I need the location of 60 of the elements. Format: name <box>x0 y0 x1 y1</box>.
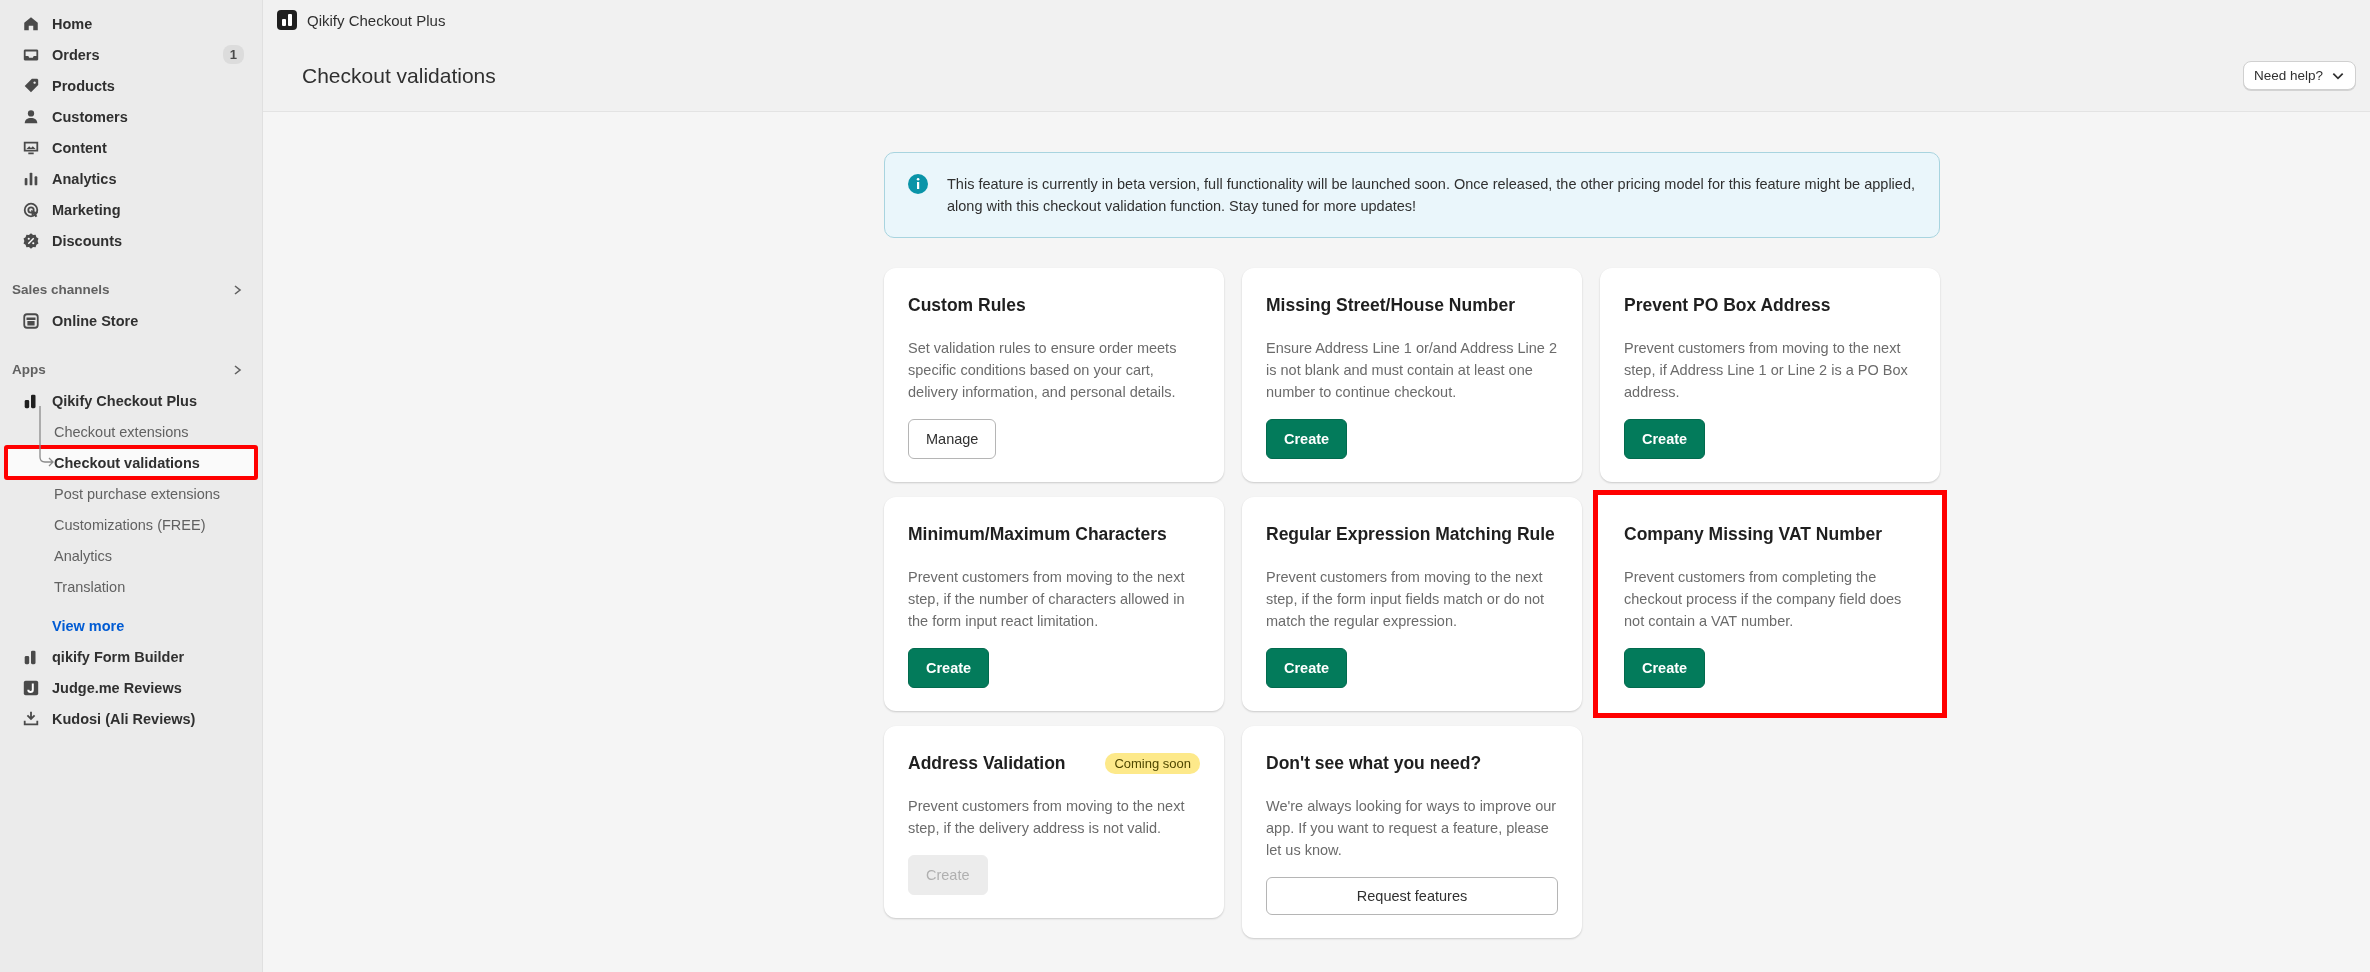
app-name: Qikify Checkout Plus <box>307 11 446 29</box>
card-description: Set validation rules to ensure order meets specific conditions based on your cart, delivery information, and personal details. <box>908 339 1178 402</box>
target-icon <box>22 200 40 219</box>
nav-item[interactable]: qikify Form Builder <box>8 641 254 672</box>
status-badge: Coming soon <box>1105 752 1200 774</box>
action-button[interactable]: Manage <box>908 419 997 459</box>
card-title: Regular Expression Matching Rule <box>1266 523 1555 545</box>
nav-item[interactable]: Home <box>8 8 254 39</box>
nav-item[interactable]: Content <box>8 132 254 163</box>
request-button[interactable]: Request features <box>1266 877 1558 915</box>
card-title: Minimum/Maximum Characters <box>908 523 1167 545</box>
action-button[interactable]: Create <box>908 648 990 688</box>
nav-item[interactable]: Customers <box>8 101 254 132</box>
sub-nav-item[interactable]: Checkout extensions <box>10 416 252 447</box>
card-title: Don't see what you need? <box>1266 752 1482 774</box>
card-description: Prevent customers from moving to the next step, if the number of characters allowed in the form input react limitation. <box>908 568 1186 631</box>
section-heading: Apps <box>12 362 46 377</box>
action-button[interactable]: Create <box>1624 419 1706 459</box>
card-description: Prevent customers from moving to the next step, if Address Line 1 or Line 2 is a PO Box address. <box>1624 339 1909 402</box>
action-button[interactable]: Create <box>1266 648 1348 688</box>
help-button[interactable]: Need help? <box>2242 61 2356 90</box>
nav-item[interactable]: Judge.me Reviews <box>8 672 254 703</box>
card-title: Missing Street/House Number <box>1266 294 1515 316</box>
tray-download-icon <box>22 709 40 728</box>
square-logo-icon <box>22 678 40 697</box>
section-heading: Sales channels <box>12 282 110 297</box>
tag-icon <box>22 76 40 95</box>
view-more-link[interactable]: View more <box>8 610 254 641</box>
card-title: Prevent PO Box Address <box>1624 294 1831 316</box>
nav-item[interactable]: Online Store <box>8 305 254 336</box>
action-button[interactable]: Create <box>1266 419 1348 459</box>
sub-nav-item[interactable]: Translation <box>10 571 252 602</box>
card-description: Prevent customers from moving to the next step, if the delivery address is not valid. <box>908 797 1186 838</box>
banner-message: This feature is currently in beta version, full functionality will be launched soon. Once released, the other pricing model for this feature might be applied, along with this checkout validation function. Stay tuned for more updates! <box>947 175 1916 216</box>
store-icon <box>22 311 40 330</box>
card-title: Address Validation <box>908 752 1066 774</box>
person-icon <box>22 107 40 126</box>
app-logo-icon <box>277 10 297 30</box>
discount-icon <box>22 231 40 250</box>
nav-item[interactable]: Analytics <box>8 163 254 194</box>
page-title: Checkout validations <box>302 63 496 88</box>
nav-item[interactable]: Marketing <box>8 194 254 225</box>
sub-nav-item[interactable]: Checkout validations <box>4 445 258 480</box>
action-button[interactable]: Create <box>1624 648 1706 688</box>
card-title: Company Missing VAT Number <box>1624 523 1882 545</box>
sub-nav-item[interactable]: Customizations (FREE) <box>10 509 252 540</box>
card-description: Prevent customers from completing the checkout process if the company field does not contain a VAT number. <box>1624 568 1903 631</box>
card-description: We're always looking for ways to improve our app. If you want to request a feature, please let us know. <box>1266 797 1558 860</box>
nav-item[interactable]: Products <box>8 70 254 101</box>
nav-item[interactable]: Kudosi (Ali Reviews) <box>8 703 254 734</box>
card-description: Ensure Address Line 1 or/and Address Line 2 is not blank and must contain at least one number to continue checkout. <box>1266 339 1558 402</box>
count-badge: 1 <box>222 45 244 64</box>
card-title: Custom Rules <box>908 294 1026 316</box>
nav-item[interactable]: Qikify Checkout Plus <box>8 385 254 416</box>
nav-item[interactable]: Orders 1 <box>8 39 254 70</box>
info-icon <box>907 173 929 195</box>
nav-item[interactable]: Discounts <box>8 225 254 256</box>
sub-nav-item[interactable]: Analytics <box>10 540 252 571</box>
sub-nav-item[interactable]: Post purchase extensions <box>10 478 252 509</box>
card-description: Prevent customers from moving to the next step, if the form input fields match or do not match the regular expression. <box>1266 568 1546 631</box>
